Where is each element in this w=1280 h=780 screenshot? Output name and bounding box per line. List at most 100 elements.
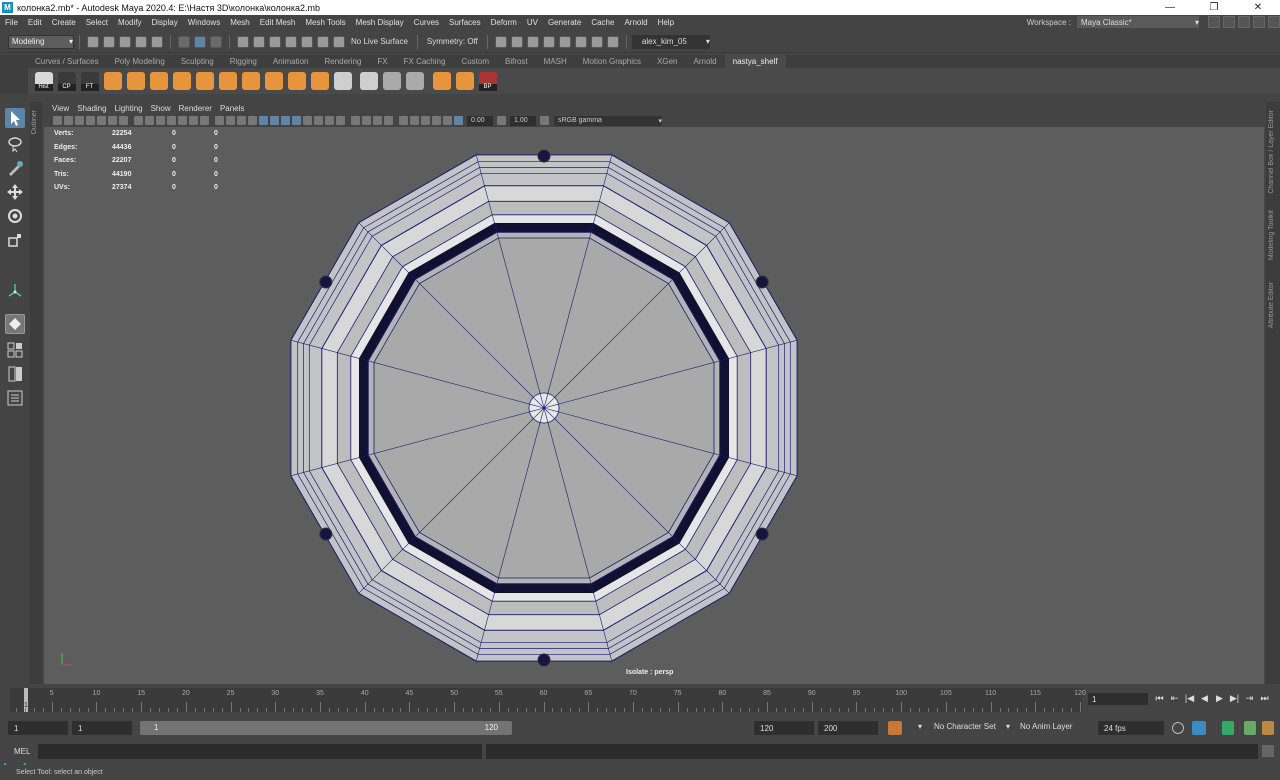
panel-menu-view[interactable]: View xyxy=(48,104,73,113)
viewport-persp[interactable]: Verts: 22254 0 0 Edges: 44436 0 0 Faces: 22207 0 0 T… xyxy=(44,127,1264,684)
shelf-tab-xgen[interactable]: XGen xyxy=(649,55,685,68)
menu-mesh[interactable]: Mesh xyxy=(225,18,255,27)
menu-mesh-display[interactable]: Mesh Display xyxy=(351,18,409,27)
panel-menu-lighting[interactable]: Lighting xyxy=(111,104,147,113)
panel-tool-icon[interactable] xyxy=(325,116,334,125)
playback-start-field[interactable]: 1 xyxy=(72,721,132,735)
menu-create[interactable]: Create xyxy=(47,18,81,27)
panel-tool-icon[interactable] xyxy=(178,116,187,125)
polygon-mesh-view[interactable] xyxy=(44,127,1264,684)
panel-tool-icon[interactable] xyxy=(134,116,143,125)
panel-tool-icon[interactable] xyxy=(167,116,176,125)
menu-curves[interactable]: Curves xyxy=(409,18,444,27)
single-perspective-layout-icon[interactable] xyxy=(5,314,25,334)
shelf-box-b-icon[interactable] xyxy=(455,72,474,90)
playback-prefs-icon[interactable] xyxy=(1262,721,1274,735)
render-settings-icon[interactable] xyxy=(542,35,555,48)
panel-tool-icon[interactable] xyxy=(281,116,290,125)
menu-mesh-tools[interactable]: Mesh Tools xyxy=(300,18,350,27)
panel-tool-icon[interactable] xyxy=(362,116,371,125)
shelf-tab-fx-caching[interactable]: FX Caching xyxy=(396,55,454,68)
panel-tool-icon[interactable] xyxy=(303,116,312,125)
shelf-tab-rendering[interactable]: Rendering xyxy=(316,55,369,68)
shelf-tab-rigging[interactable]: Rigging xyxy=(222,55,265,68)
shelf-tab-curves-surfaces[interactable]: Curves / Surfaces xyxy=(27,55,107,68)
go-end-icon[interactable]: ⏭ xyxy=(1258,691,1271,705)
menu-select[interactable]: Select xyxy=(81,18,113,27)
go-start-icon[interactable]: ⏮ xyxy=(1153,691,1166,705)
panel-tool-icon[interactable] xyxy=(384,116,393,125)
render-frame-icon[interactable] xyxy=(510,35,523,48)
color-management-icon[interactable] xyxy=(540,116,549,125)
menu-set-select[interactable]: Modeling ▾ xyxy=(8,34,74,49)
animation-end-field[interactable]: 200 xyxy=(818,721,878,735)
panel-tool-icon[interactable] xyxy=(292,116,301,125)
menu-display[interactable]: Display xyxy=(147,18,183,27)
shelf-tab-bifrost[interactable]: Bifrost xyxy=(497,55,536,68)
shelf-multicut-icon[interactable] xyxy=(360,72,378,90)
panel-tool-icon[interactable] xyxy=(259,116,268,125)
step-forward-key-icon[interactable]: ⇥ xyxy=(1243,691,1256,705)
redo-icon[interactable] xyxy=(151,35,163,48)
panel-tool-icon[interactable] xyxy=(237,116,246,125)
panel-tool-icon[interactable] xyxy=(200,116,209,125)
gamma-field[interactable]: 1.00 xyxy=(510,115,536,126)
menu-arnold[interactable]: Arnold xyxy=(619,18,652,27)
snap-grid-icon[interactable] xyxy=(237,35,249,48)
shelf-cubes-icon[interactable] xyxy=(195,72,214,90)
shelf-tab-motion-graphics[interactable]: Motion Graphics xyxy=(575,55,649,68)
panel-menu-shading[interactable]: Shading xyxy=(73,104,110,113)
paint-select-icon[interactable] xyxy=(5,158,25,178)
select-tool-icon[interactable] xyxy=(5,108,25,128)
layout-toggle-icon[interactable] xyxy=(1208,16,1220,28)
shelf-poly-b-icon[interactable] xyxy=(126,72,145,90)
play-forward-icon[interactable]: ▶ xyxy=(1213,691,1226,705)
shelf-tab-fx[interactable]: FX xyxy=(369,55,395,68)
panel-menu-show[interactable]: Show xyxy=(147,104,175,113)
panel-tool-icon[interactable] xyxy=(64,116,73,125)
script-editor-icon[interactable] xyxy=(1262,745,1274,757)
anim-layer-arrow-icon[interactable]: ▾ xyxy=(1006,722,1010,731)
shelf-sphere-icon[interactable] xyxy=(333,72,352,90)
close-button[interactable]: ✕ xyxy=(1236,0,1280,15)
side-tab-attribute-editor[interactable]: Attribute Editor xyxy=(1268,282,1275,328)
panel-tool-icon[interactable] xyxy=(86,116,95,125)
arnold-render-icon[interactable] xyxy=(574,35,587,48)
snap-curve-icon[interactable] xyxy=(253,35,265,48)
shelf-tab-arnold[interactable]: Arnold xyxy=(686,55,725,68)
panel-menu-panels[interactable]: Panels xyxy=(216,104,248,113)
shelf-tab-sculpting[interactable]: Sculpting xyxy=(173,55,222,68)
gamma-icon[interactable] xyxy=(497,116,506,125)
arnold-ipr-icon[interactable] xyxy=(590,35,603,48)
shelf-tab-mash[interactable]: MASH xyxy=(536,55,575,68)
menu-surfaces[interactable]: Surfaces xyxy=(444,18,486,27)
transform-manipulator-icon[interactable] xyxy=(5,280,25,300)
fps-select[interactable]: 24 fps xyxy=(1098,721,1164,735)
panel-tool-icon[interactable] xyxy=(399,116,408,125)
shelf-grid-b-icon[interactable] xyxy=(406,72,424,90)
step-back-frame-icon[interactable]: |◀ xyxy=(1183,691,1196,705)
shelf-poly-a-icon[interactable] xyxy=(103,72,122,90)
shelf-box-a-icon[interactable] xyxy=(432,72,451,90)
two-pane-layout-icon[interactable] xyxy=(5,364,25,384)
panel-tool-icon[interactable] xyxy=(145,116,154,125)
snap-pivot-icon[interactable] xyxy=(333,35,345,48)
animation-start-field[interactable]: 1 xyxy=(8,721,68,735)
save-scene-icon[interactable] xyxy=(119,35,131,48)
shelf-cp-icon[interactable]: CP xyxy=(57,72,76,91)
snap-vertex-icon[interactable] xyxy=(317,35,329,48)
menu-generate[interactable]: Generate xyxy=(543,18,586,27)
play-back-icon[interactable]: ◀ xyxy=(1198,691,1211,705)
current-frame-field[interactable]: 1 xyxy=(1088,693,1148,705)
command-language-label[interactable]: MEL xyxy=(14,747,30,756)
panel-tool-icon[interactable] xyxy=(421,116,430,125)
lasso-tool-icon[interactable] xyxy=(5,134,25,154)
side-tab-modeling-toolkit[interactable]: Modeling Toolkit xyxy=(1268,210,1275,260)
render-view-icon[interactable] xyxy=(494,35,507,48)
select-component-icon[interactable] xyxy=(210,35,222,48)
shelf-separate-icon[interactable] xyxy=(264,72,283,90)
panel-tool-icon[interactable] xyxy=(189,116,198,125)
select-object-icon[interactable] xyxy=(194,35,206,48)
panel-tool-icon[interactable] xyxy=(351,116,360,125)
move-tool-icon[interactable] xyxy=(5,182,25,202)
